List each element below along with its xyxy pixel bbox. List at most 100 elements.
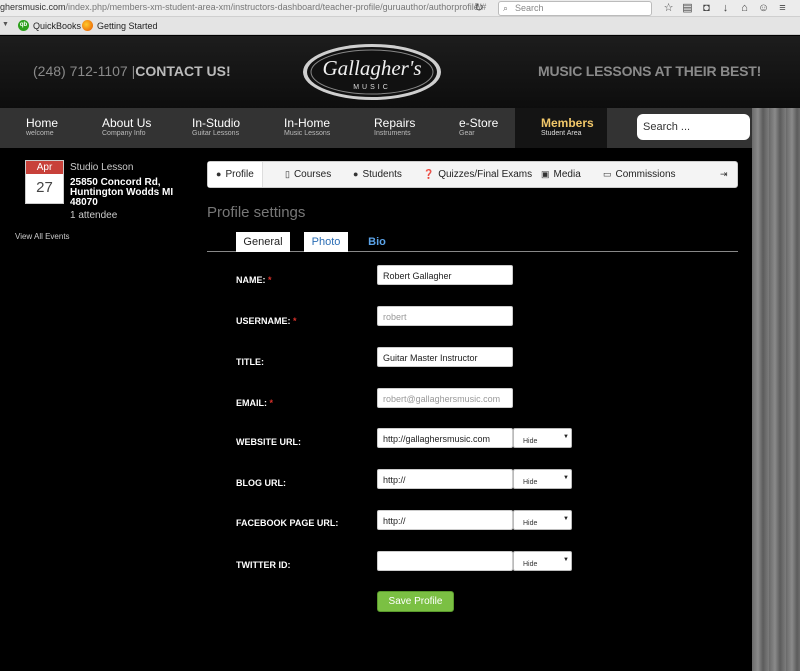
download-icon[interactable]: ↓ xyxy=(719,1,732,15)
tab-students[interactable]: ● Students xyxy=(353,162,402,187)
title-field[interactable]: Guitar Master Instructor xyxy=(377,347,513,367)
facebook-visibility-select[interactable]: Hide ▼ xyxy=(513,510,572,530)
bookmarks-chevron-icon[interactable]: ▼ xyxy=(2,21,9,28)
nav-title: Repairs xyxy=(374,116,416,130)
contact-link[interactable]: CONTACT US! xyxy=(135,63,230,79)
logo-text: Gallagher's xyxy=(323,56,422,80)
nav-repairs[interactable]: Repairs Instruments xyxy=(374,108,415,148)
tab-commissions[interactable]: ▭ Commissions xyxy=(603,162,676,187)
tab-courses[interactable]: ▯ Courses xyxy=(285,162,331,187)
menu-icon[interactable]: ≡ xyxy=(776,1,789,15)
required-marker: * xyxy=(269,398,274,408)
gallaghers-logo[interactable]: Gallagher's MUSIC xyxy=(302,43,442,101)
home-icon[interactable]: ⌂ xyxy=(738,1,751,15)
nav-title: In-Studio xyxy=(192,116,241,130)
tab-label: Commissions xyxy=(615,169,676,180)
bookmark-star-icon[interactable]: ☆ xyxy=(662,1,675,15)
tab-label: Courses xyxy=(293,169,332,180)
save-profile-button[interactable]: Save Profile xyxy=(377,591,454,612)
bookmark-getting-started[interactable]: Getting Started xyxy=(82,20,158,31)
reload-icon[interactable]: ↻ xyxy=(472,1,486,15)
username-field[interactable]: robert xyxy=(377,306,513,326)
logo-subtext: MUSIC xyxy=(353,84,391,91)
required-marker: * xyxy=(293,316,297,326)
nav-subtitle: Music Lessons xyxy=(284,130,331,137)
event-day: 27 xyxy=(36,179,53,196)
money-icon: ▭ xyxy=(603,169,612,179)
website-visibility-select[interactable]: Hide ▼ xyxy=(513,428,572,448)
site-tagline: MUSIC LESSONS AT THEIR BEST! xyxy=(538,63,762,79)
blog-url-label: BLOG URL: xyxy=(236,478,286,488)
subtab-photo[interactable]: Photo xyxy=(304,232,348,252)
site-search-placeholder: Search ... xyxy=(643,121,691,133)
contact-phone[interactable]: (248) 712-1107 |CONTACT US! xyxy=(33,63,231,79)
dropdown-arrow-icon: ▼ xyxy=(563,475,569,481)
nav-in-studio[interactable]: In-Studio Guitar Lessons xyxy=(192,108,240,148)
nav-subtitle: Instruments xyxy=(374,130,411,137)
nav-subtitle: Student Area xyxy=(541,130,582,137)
twitter-id-field[interactable] xyxy=(377,551,513,571)
tab-quizzes[interactable]: ❓ Quizzes/Final Exams xyxy=(423,162,532,187)
title-label: TITLE: xyxy=(236,357,264,367)
nav-in-home[interactable]: In-Home Music Lessons xyxy=(284,108,330,148)
event-type: Studio Lesson xyxy=(70,162,134,173)
image-icon: ▣ xyxy=(541,169,550,179)
reading-list-icon[interactable]: ▤ xyxy=(681,1,694,15)
search-icon: ⌕ xyxy=(503,3,509,13)
email-field[interactable]: robert@gallaghersmusic.com xyxy=(377,388,513,408)
website-url-field[interactable]: http://gallaghersmusic.com xyxy=(377,428,513,448)
email-label: EMAIL: * xyxy=(236,398,274,408)
nav-subtitle: welcome xyxy=(26,130,54,137)
facebook-url-label: FACEBOOK PAGE URL: xyxy=(236,518,339,528)
nav-title: In-Home xyxy=(284,116,331,130)
blog-url-field[interactable]: http:// xyxy=(377,469,513,489)
profile-tab-bar: ● Profile ▯ Courses ● Students ❓ Quizzes/Fin… xyxy=(207,161,738,188)
twitter-visibility-select[interactable]: Hide ▼ xyxy=(513,551,572,571)
tab-label: Media xyxy=(553,169,581,180)
view-all-events-link[interactable]: View All Events xyxy=(15,232,70,241)
twitter-id-label: TWITTER ID: xyxy=(236,560,291,570)
nav-title: About Us xyxy=(102,116,152,130)
tab-label: Students xyxy=(362,169,402,180)
subtab-general[interactable]: General xyxy=(236,232,290,252)
nav-subtitle: Guitar Lessons xyxy=(192,130,240,137)
url-field[interactable]: ghersmusic.com/index.php/members-xm-stud… xyxy=(0,2,486,12)
nav-home[interactable]: Home welcome xyxy=(26,108,58,148)
required-marker: * xyxy=(268,275,272,285)
username-label: USERNAME: * xyxy=(236,316,297,326)
name-label: NAME: * xyxy=(236,275,272,285)
nav-members[interactable]: Members Student Area xyxy=(515,108,607,148)
profile-subtabs: General Photo Bio xyxy=(207,232,738,252)
wood-background-strip xyxy=(752,108,800,671)
event-attendees: 1 attendee xyxy=(70,210,118,221)
tab-label: Quizzes/Final Exams xyxy=(438,169,533,180)
facebook-url-field[interactable]: http:// xyxy=(377,510,513,530)
name-field[interactable]: Robert Gallagher xyxy=(377,265,513,285)
website-url-label: WEBSITE URL: xyxy=(236,437,301,447)
toolbar-icons: ☆ ▤ ◘ ↓ ⌂ ☺ ≡ xyxy=(662,1,789,16)
event-date-badge: Apr 27 xyxy=(25,160,64,204)
bookmark-label: Getting Started xyxy=(97,20,158,31)
blog-visibility-select[interactable]: Hide ▼ xyxy=(513,469,572,489)
nav-about-us[interactable]: About Us Company Info xyxy=(102,108,151,148)
user-icon: ● xyxy=(216,169,222,179)
emoji-icon[interactable]: ☺ xyxy=(757,1,770,15)
nav-subtitle: Gear xyxy=(459,130,475,137)
nav-e-store[interactable]: e-Store Gear xyxy=(459,108,498,148)
page-title: Profile settings xyxy=(207,204,306,221)
browser-url-bar: ghersmusic.com/index.php/members-xm-stud… xyxy=(0,0,800,17)
nav-subtitle: Company Info xyxy=(102,130,146,137)
phone-number: (248) 712-1107 | xyxy=(33,63,136,79)
nav-title: e-Store xyxy=(459,116,499,130)
tab-profile[interactable]: ● Profile xyxy=(208,162,263,187)
bookmark-quickbooks[interactable]: qb QuickBooks xyxy=(18,20,81,31)
browser-search-input[interactable]: ⌕ Search xyxy=(498,1,652,16)
subtab-bio[interactable]: Bio xyxy=(359,232,395,252)
site-search-input[interactable]: Search ... xyxy=(637,114,750,140)
pocket-icon[interactable]: ◘ xyxy=(700,1,713,15)
dropdown-arrow-icon: ▼ xyxy=(563,434,569,440)
question-circle-icon: ❓ xyxy=(423,169,435,179)
event-address: 25850 Concord Rd, Huntington Wodds MI 48… xyxy=(70,177,174,208)
logout-icon[interactable]: ⇥ xyxy=(720,162,728,187)
tab-media[interactable]: ▣ Media xyxy=(541,162,581,187)
